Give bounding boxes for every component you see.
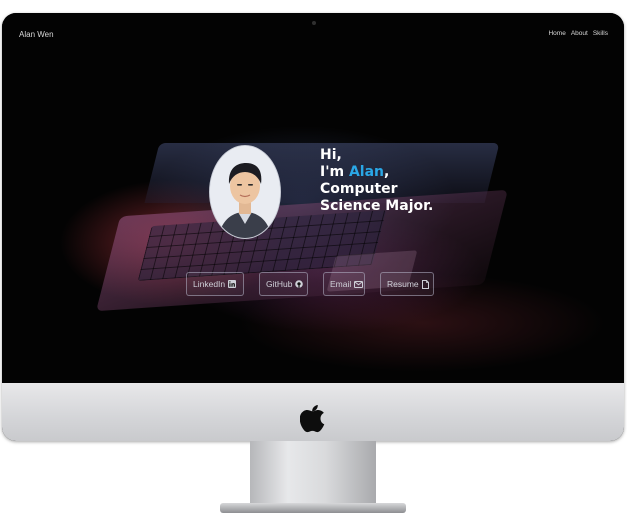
hero-greeting: Hi, [320, 147, 342, 163]
website-screen: Alan Wen Home About Skills Hi, I'm Alan,… [2, 13, 624, 383]
resume-button-label: Resume [387, 279, 419, 289]
camera-dot [312, 21, 316, 25]
email-button[interactable]: Email [323, 272, 365, 296]
monitor-stand [250, 441, 376, 507]
portrait-image [210, 146, 280, 238]
hero-line-major: Science Major. [320, 198, 434, 214]
hero-intro-suffix: , [384, 164, 390, 180]
hero-intro-prefix: I'm [320, 164, 349, 180]
hero-heading: Hi, I'm Alan, Computer Science Major. [320, 147, 433, 215]
hero-name: Alan [348, 164, 385, 180]
site-name[interactable]: Alan Wen [19, 30, 54, 39]
monitor-chin [2, 383, 624, 441]
resume-button[interactable]: Resume [380, 272, 434, 296]
hero-line-computer: Computer [320, 181, 398, 197]
monitor-stand-foot [220, 503, 406, 513]
apple-logo-icon [299, 403, 326, 433]
nav-menu: Home About Skills [548, 30, 608, 37]
nav-skills[interactable]: Skills [593, 30, 608, 37]
imac-mockup: Alan Wen Home About Skills Hi, I'm Alan,… [0, 0, 627, 522]
nav-home[interactable]: Home [548, 30, 565, 37]
github-button-label: GitHub [266, 279, 293, 289]
github-icon [295, 280, 304, 288]
document-icon [421, 279, 429, 289]
envelope-icon [354, 280, 364, 288]
avatar [209, 145, 281, 239]
monitor: Alan Wen Home About Skills Hi, I'm Alan,… [2, 13, 624, 441]
linkedin-icon [228, 280, 237, 288]
github-button[interactable]: GitHub [259, 272, 308, 296]
hero-intro: I'm Alan, [320, 164, 433, 181]
linkedin-button-label: LinkedIn [193, 279, 226, 289]
social-buttons: LinkedIn GitHub Email Resume [186, 272, 434, 296]
email-button-label: Email [330, 279, 352, 289]
nav-about[interactable]: About [571, 30, 588, 37]
linkedin-button[interactable]: LinkedIn [186, 272, 244, 296]
